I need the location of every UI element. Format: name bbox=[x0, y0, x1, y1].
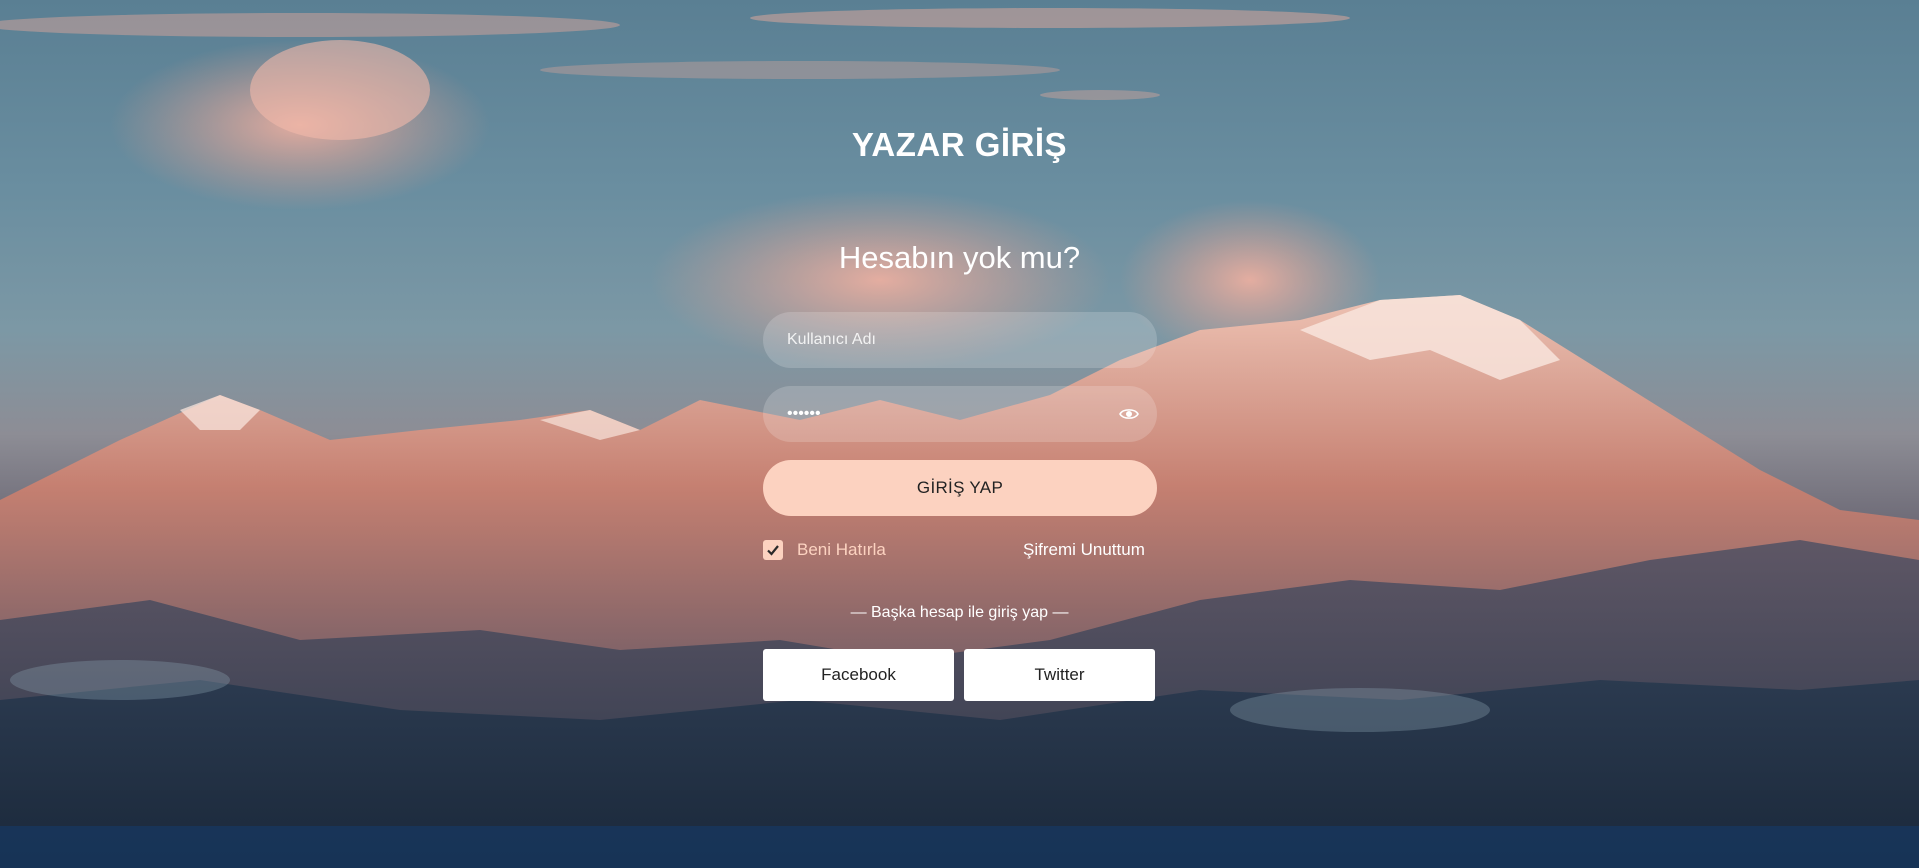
remember-me[interactable]: Beni Hatırla bbox=[763, 539, 886, 561]
eye-icon[interactable] bbox=[1119, 404, 1139, 424]
other-login-divider: — Başka hesap ile giriş yap — bbox=[850, 604, 1069, 621]
signup-prompt[interactable]: Hesabın yok mu? bbox=[0, 240, 1919, 276]
remember-checkbox[interactable] bbox=[763, 540, 783, 560]
forgot-password-link[interactable]: Şifremi Unuttum bbox=[1023, 539, 1145, 561]
checkmark-icon bbox=[767, 545, 779, 556]
facebook-login-button[interactable]: Facebook bbox=[763, 649, 954, 701]
twitter-login-button[interactable]: Twitter bbox=[964, 649, 1155, 701]
remember-label: Beni Hatırla bbox=[797, 540, 886, 559]
page-title: YAZAR GİRİŞ bbox=[851, 126, 1068, 163]
username-field-wrapper bbox=[763, 312, 1157, 368]
password-input[interactable] bbox=[763, 386, 1157, 442]
footer-band bbox=[0, 826, 1919, 868]
login-button[interactable]: GİRİŞ YAP bbox=[763, 460, 1157, 516]
password-field-wrapper bbox=[763, 386, 1157, 442]
username-input[interactable] bbox=[763, 312, 1157, 368]
login-page: YAZAR GİRİŞ Hesabın yok mu? GİRİŞ YAP Be… bbox=[0, 0, 1919, 868]
